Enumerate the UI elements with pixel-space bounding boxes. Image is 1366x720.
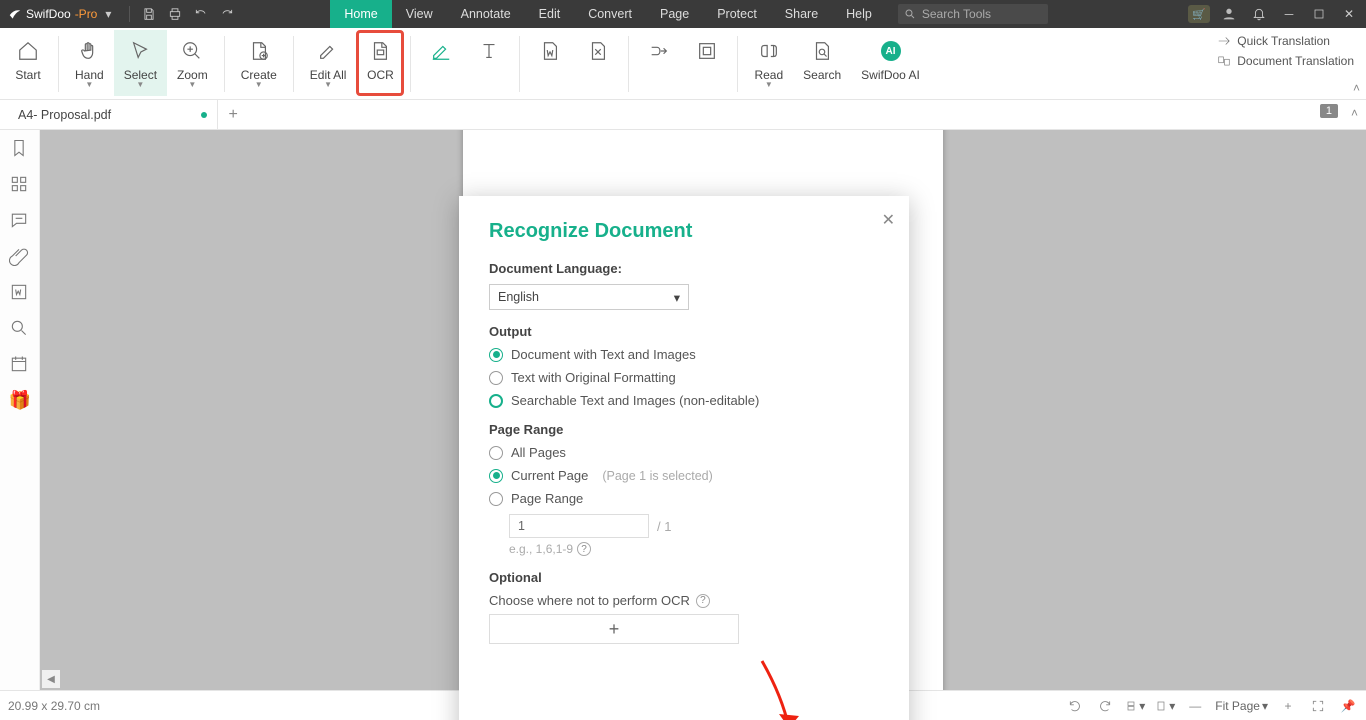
menu-share[interactable]: Share: [771, 0, 832, 28]
app-logo: SwifDoo-Pro ▾: [0, 7, 123, 21]
bookmark-icon[interactable]: [9, 138, 31, 160]
left-panel: 🎁: [0, 130, 40, 690]
menu-annotate[interactable]: Annotate: [447, 0, 525, 28]
menu-edit[interactable]: Edit: [525, 0, 575, 28]
gift-icon[interactable]: 🎁: [9, 390, 31, 412]
zoom-in-icon[interactable]: +: [1278, 696, 1298, 716]
print-icon[interactable]: [162, 0, 188, 28]
menu-home[interactable]: Home: [330, 0, 391, 28]
view-mode-continuous[interactable]: ▾: [1125, 696, 1145, 716]
comments-icon[interactable]: [9, 210, 31, 232]
search-panel-icon[interactable]: [9, 318, 31, 340]
recognize-document-dialog: ✕ Recognize Document Document Language: …: [459, 196, 909, 720]
range-all[interactable]: All Pages: [489, 445, 879, 460]
zoom-level[interactable]: Fit Page ▾: [1215, 699, 1268, 713]
optional-label: Optional: [489, 570, 879, 585]
rotate-right-icon[interactable]: [1095, 696, 1115, 716]
split-button[interactable]: [683, 30, 731, 96]
dialog-title: Recognize Document: [489, 220, 879, 243]
document-translation[interactable]: Document Translation: [1217, 54, 1354, 68]
document-tab[interactable]: A4- Proposal.pdf: [8, 100, 218, 130]
select-tool[interactable]: Select▼: [114, 30, 167, 96]
workspace: 🎁 ◀ ✕ Recognize Document Document Langua…: [0, 130, 1366, 690]
document-tab-bar: A4- Proposal.pdf + 1 ˄: [0, 100, 1366, 130]
output-option-doc[interactable]: Document with Text and Images: [489, 347, 879, 362]
menu-view[interactable]: View: [392, 0, 447, 28]
rotate-left-icon[interactable]: [1065, 696, 1085, 716]
language-select[interactable]: English▾: [489, 284, 689, 310]
redo-icon[interactable]: [214, 0, 240, 28]
modified-indicator-icon: [201, 112, 207, 118]
menu-protect[interactable]: Protect: [703, 0, 771, 28]
menu-page[interactable]: Page: [646, 0, 703, 28]
help-icon[interactable]: ?: [577, 542, 591, 556]
translation-group: Quick Translation Document Translation: [1217, 34, 1354, 68]
output-option-text[interactable]: Text with Original Formatting: [489, 370, 879, 385]
user-icon[interactable]: [1216, 0, 1242, 28]
dropdown-icon: ▾: [674, 290, 680, 305]
maximize-icon[interactable]: [1306, 0, 1332, 28]
calendar-icon[interactable]: [9, 354, 31, 376]
edit-all-button[interactable]: Edit All▼: [300, 30, 357, 96]
search-tools[interactable]: Search Tools: [898, 4, 1048, 24]
page-range-label: Page Range: [489, 422, 879, 437]
output-label: Output: [489, 324, 879, 339]
menu-bar: Home View Annotate Edit Convert Page Pro…: [330, 0, 885, 28]
scroll-left-icon[interactable]: ◀: [42, 670, 60, 688]
title-bar: SwifDoo-Pro ▾ Home View Annotate Edit Co…: [0, 0, 1366, 28]
output-option-searchable[interactable]: Searchable Text and Images (non-editable…: [489, 393, 879, 408]
menu-help[interactable]: Help: [832, 0, 886, 28]
compress-button[interactable]: [574, 30, 622, 96]
swifdoo-ai-button[interactable]: AISwifDoo AI: [851, 30, 930, 96]
page-count-badge: 1: [1320, 104, 1338, 118]
highlight-tool[interactable]: [417, 30, 465, 96]
menu-convert[interactable]: Convert: [574, 0, 646, 28]
annotation-arrow-icon: [747, 656, 807, 720]
thumbnails-icon[interactable]: [9, 174, 31, 196]
range-input[interactable]: [509, 514, 649, 538]
cart-icon[interactable]: 🛒: [1186, 0, 1212, 28]
view-mode-single[interactable]: ▾: [1155, 696, 1175, 716]
start-button[interactable]: Start: [4, 30, 52, 96]
add-exclusion-button[interactable]: +: [489, 614, 739, 644]
bell-icon[interactable]: [1246, 0, 1272, 28]
range-custom[interactable]: Page Range: [489, 491, 879, 506]
close-dialog-icon[interactable]: ✕: [882, 210, 895, 230]
tab-chevron-icon[interactable]: ˄: [1351, 106, 1358, 120]
zoom-out-icon[interactable]: —: [1185, 696, 1205, 716]
help-icon-2[interactable]: ?: [696, 594, 710, 608]
ribbon: Start Hand▼ Select▼ Zoom▼ Create▼ Edit A…: [0, 28, 1366, 100]
save-icon[interactable]: [136, 0, 162, 28]
pin-icon[interactable]: 📌: [1338, 696, 1358, 716]
text-tool[interactable]: [465, 30, 513, 96]
brand-dropdown-icon[interactable]: ▾: [101, 7, 115, 21]
fullscreen-icon[interactable]: [1308, 696, 1328, 716]
create-button[interactable]: Create▼: [231, 30, 287, 96]
undo-icon[interactable]: [188, 0, 214, 28]
collapse-ribbon-icon[interactable]: ˄: [1353, 81, 1360, 95]
attachments-icon[interactable]: [9, 246, 31, 268]
new-tab-button[interactable]: +: [218, 106, 248, 124]
ocr-button[interactable]: OCR: [356, 30, 404, 96]
search-button[interactable]: Search: [793, 30, 851, 96]
range-total: / 1: [657, 519, 671, 534]
range-current[interactable]: Current Page(Page 1 is selected): [489, 468, 879, 483]
quick-translation[interactable]: Quick Translation: [1217, 34, 1354, 48]
pdf-to-word-button[interactable]: [526, 30, 574, 96]
read-button[interactable]: Read▼: [744, 30, 793, 96]
page-dimensions: 20.99 x 29.70 cm: [8, 699, 100, 713]
close-window-icon[interactable]: ✕: [1336, 0, 1362, 28]
word-icon[interactable]: [9, 282, 31, 304]
language-label: Document Language:: [489, 261, 879, 276]
hand-tool[interactable]: Hand▼: [65, 30, 114, 96]
minimize-icon[interactable]: －: [1276, 0, 1302, 28]
zoom-tool[interactable]: Zoom▼: [167, 30, 218, 96]
merge-button[interactable]: [635, 30, 683, 96]
